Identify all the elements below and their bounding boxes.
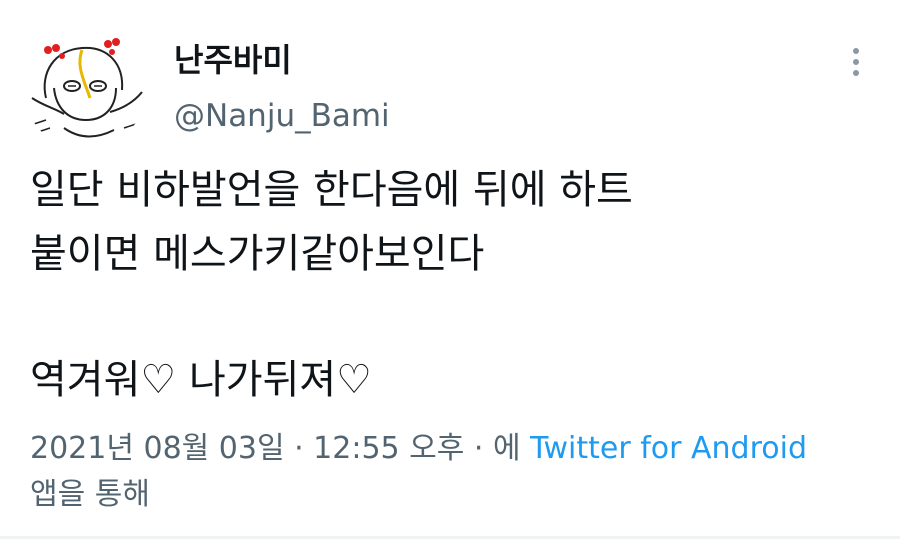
source-link[interactable]: Twitter for Android (530, 431, 807, 466)
user-handle[interactable]: @Nanju_Bami (174, 96, 390, 136)
more-vertical-icon (853, 70, 859, 76)
more-vertical-icon (853, 59, 859, 65)
display-name[interactable]: 난주바미 (174, 40, 292, 80)
tweet-detail: 난주바미 @Nanju_Bami 일단 비하발언을 한다음에 뒤에 하트 붙이면… (0, 0, 900, 539)
tweet-text-line: 붙이면 메스가키같아보인다 (30, 231, 485, 277)
doodle-avatar-icon (31, 38, 143, 138)
tweet-metadata: 2021년 08월 03일 · 12:55 오후 · 에 Twitter for… (30, 428, 870, 516)
tweet-timestamp[interactable]: 2021년 08월 03일 · 12:55 오후 · 에 (30, 431, 530, 466)
more-vertical-icon (853, 48, 859, 54)
tweet-text-line: 일단 비하발언을 한다음에 뒤에 하트 (30, 167, 633, 213)
avatar[interactable] (24, 28, 146, 150)
more-options-button[interactable] (840, 42, 872, 82)
source-suffix: 앱을 통해 (30, 477, 150, 512)
tweet-text-line: 역겨워♡ 나가뒤져♡ (30, 357, 373, 403)
